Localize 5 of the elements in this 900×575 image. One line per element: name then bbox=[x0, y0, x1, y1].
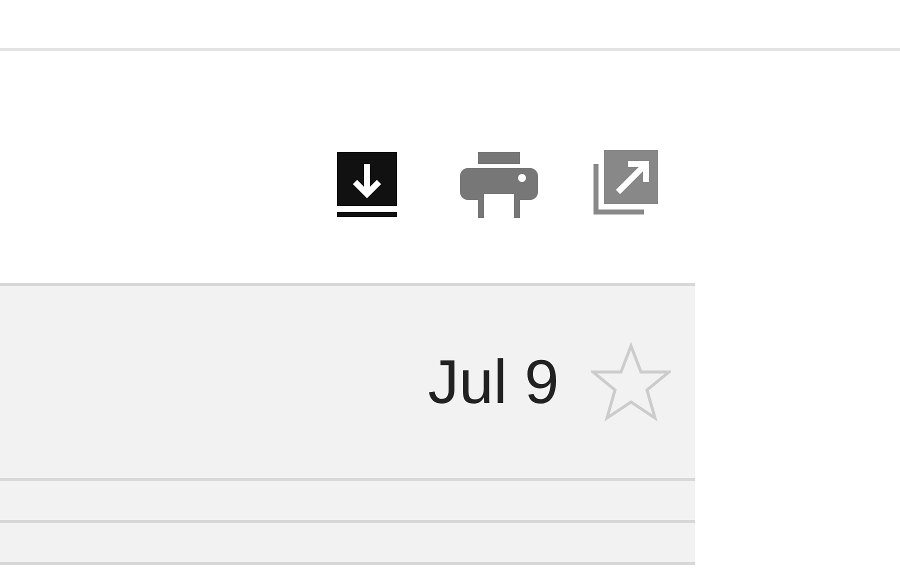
download-icon[interactable] bbox=[337, 152, 399, 218]
star-icon[interactable] bbox=[591, 342, 671, 422]
print-icon[interactable] bbox=[460, 152, 538, 218]
open-in-new-window-icon[interactable] bbox=[592, 150, 658, 216]
date-text: Jul 9 bbox=[428, 346, 559, 418]
